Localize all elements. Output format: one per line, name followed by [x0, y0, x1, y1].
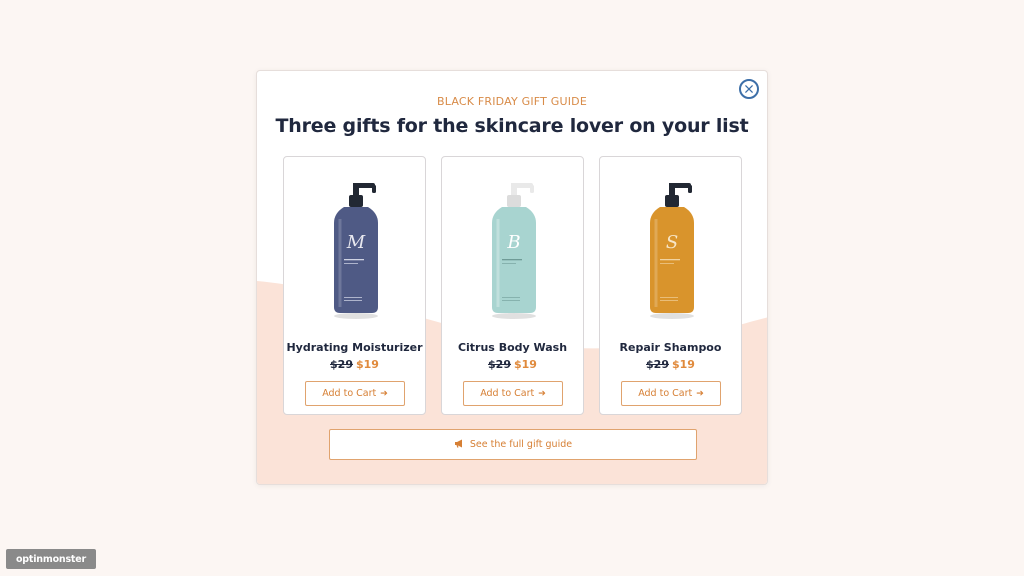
add-to-cart-button[interactable]: Add to Cart ➔	[621, 381, 721, 406]
add-to-cart-button[interactable]: Add to Cart ➔	[463, 381, 563, 406]
product-price: $29 $19	[284, 358, 425, 371]
original-price: $29	[488, 358, 511, 371]
arrow-right-icon: ➔	[538, 388, 546, 399]
svg-text:S: S	[666, 232, 678, 253]
add-to-cart-label: Add to Cart	[480, 388, 535, 399]
full-gift-guide-label: See the full gift guide	[469, 439, 573, 450]
sale-price: $19	[672, 358, 695, 371]
svg-text:M: M	[346, 232, 366, 253]
product-name: Citrus Body Wash	[457, 341, 568, 354]
arrow-right-icon: ➔	[380, 388, 388, 399]
product-name: Repair Shampoo	[619, 341, 722, 354]
product-image-shampoo: S	[650, 183, 694, 319]
popup-eyebrow: BLACK FRIDAY GIFT GUIDE	[437, 95, 587, 108]
product-name: Hydrating Moisturizer	[286, 341, 423, 354]
original-price: $29	[646, 358, 669, 371]
add-to-cart-label: Add to Cart	[638, 388, 693, 399]
product-card: S Repair Shampoo $29 $19 Add to Cart ➔	[599, 156, 742, 415]
sale-price: $19	[514, 358, 537, 371]
sale-price: $19	[356, 358, 379, 371]
arrow-right-icon: ➔	[696, 388, 704, 399]
close-icon	[745, 85, 753, 93]
product-image-body-wash: B	[492, 183, 536, 319]
add-to-cart-button[interactable]: Add to Cart ➔	[305, 381, 405, 406]
product-image-moisturizer: M	[334, 183, 378, 319]
original-price: $29	[330, 358, 353, 371]
svg-text:B: B	[506, 232, 520, 253]
add-to-cart-label: Add to Cart	[322, 388, 377, 399]
product-card: M Hydrating Moisturizer $29 $19 Add to Ca…	[283, 156, 426, 415]
product-price: $29 $19	[442, 358, 583, 371]
full-gift-guide-button[interactable]: See the full gift guide	[329, 429, 697, 460]
megaphone-icon	[454, 439, 464, 451]
gift-guide-popup: BLACK FRIDAY GIFT GUIDE Three gifts for …	[256, 70, 768, 485]
product-card: B Citrus Body Wash $29 $19 Add to Cart ➔	[441, 156, 584, 415]
product-price: $29 $19	[600, 358, 741, 371]
popup-headline: Three gifts for the skincare lover on yo…	[275, 115, 749, 137]
optinmonster-badge[interactable]: optinmonster	[6, 549, 96, 569]
